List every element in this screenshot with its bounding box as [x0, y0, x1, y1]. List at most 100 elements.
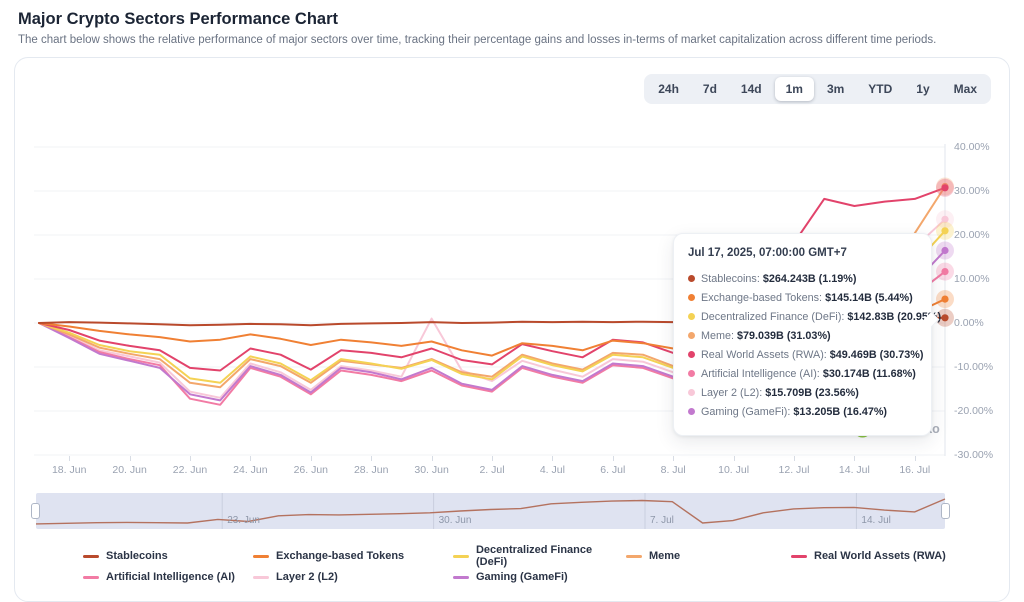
legend-item-stablecoins[interactable]: Stablecoins: [83, 544, 253, 568]
page: Major Crypto Sectors Performance Chart T…: [0, 10, 1024, 602]
tooltip-series-value: $264.243B (1.19%): [763, 273, 857, 285]
y-axis-label: 10.00%: [954, 273, 1012, 285]
tooltip-series-value: $30.174B (11.68%): [823, 368, 916, 380]
legend-label: Exchange-based Tokens: [276, 550, 404, 562]
tooltip-series-dot: [688, 351, 695, 358]
range-button-3m[interactable]: 3m: [816, 77, 855, 101]
y-axis-label: -20.00%: [954, 405, 1012, 417]
legend-item-exchange-based-tokens[interactable]: Exchange-based Tokens: [253, 544, 453, 568]
legend-label: Decentralized Finance (DeFi): [476, 544, 626, 568]
chart-card: 24h7d14d1m3mYTD1yMax 40.00% 30.00% 20.00% 1…: [14, 57, 1010, 602]
navigator-handle-left[interactable]: [31, 503, 40, 519]
x-axis-tick: [794, 456, 795, 461]
legend-item-gaming-gamefi[interactable]: Gaming (GameFi): [453, 571, 626, 583]
x-axis-tick: [190, 456, 191, 461]
navigator-date-label: 14. Jul: [861, 515, 890, 526]
y-axis-label: 30.00%: [954, 185, 1012, 197]
tooltip-series-dot: [688, 408, 695, 415]
range-button-24h[interactable]: 24h: [647, 77, 690, 101]
endpoint-dot-decentralized-finance-defi[interactable]: [941, 227, 948, 234]
tooltip-row-gaming-gamefi: Gaming (GameFi): $13.205B (16.47%): [688, 403, 917, 422]
tooltip-series-dot: [688, 332, 695, 339]
x-axis-label: 10. Jul: [718, 464, 749, 476]
tooltip-row-artificial-intelligence-ai: Artificial Intelligence (AI): $30.174B (…: [688, 365, 917, 384]
legend-color-dash: [453, 576, 469, 579]
legend-color-dash: [83, 555, 99, 558]
legend-item-artificial-intelligence-ai[interactable]: Artificial Intelligence (AI): [83, 571, 253, 583]
legend-color-dash: [83, 576, 99, 579]
legend-item-decentralized-finance-defi[interactable]: Decentralized Finance (DeFi): [453, 544, 626, 568]
tooltip-row-layer-2-l2: Layer 2 (L2): $15.709B (23.56%): [688, 384, 917, 403]
x-axis-label: 4. Jul: [540, 464, 565, 476]
range-button-1y[interactable]: 1y: [905, 77, 940, 101]
legend-label: Gaming (GameFi): [476, 571, 568, 583]
range-button-max[interactable]: Max: [943, 77, 988, 101]
x-axis-label: 12. Jul: [779, 464, 810, 476]
range-button-7d[interactable]: 7d: [692, 77, 728, 101]
tooltip-series-value: $49.469B (30.73%): [830, 349, 924, 361]
navigator-date-label: 30. Jun: [439, 515, 472, 526]
navigator-date-label: 7. Jul: [650, 515, 674, 526]
tooltip-series-dot: [688, 275, 695, 282]
endpoint-dot-gaming-gamefi[interactable]: [941, 247, 948, 254]
tooltip-series-value: $79.039B (31.03%): [737, 330, 831, 342]
endpoint-dot-stablecoins[interactable]: [941, 314, 948, 321]
tooltip-series-dot: [688, 313, 695, 320]
range-buttons: 24h7d14d1m3mYTD1yMax: [644, 74, 991, 104]
endpoint-dot-real-world-assets-rwa[interactable]: [941, 184, 948, 191]
tooltip-timestamp: Jul 17, 2025, 07:00:00 GMT+7: [688, 247, 917, 259]
x-axis-tick: [69, 456, 70, 461]
x-axis: 18. Jun20. Jun22. Jun24. Jun26. Jun28. J…: [15, 456, 1009, 482]
x-axis-tick: [854, 456, 855, 461]
x-axis-tick: [250, 456, 251, 461]
tooltip-series-value: $15.709B (23.56%): [765, 387, 859, 399]
x-axis-tick: [371, 456, 372, 461]
x-axis-label: 2. Jul: [479, 464, 504, 476]
x-axis-tick: [492, 456, 493, 461]
range-button-1m[interactable]: 1m: [775, 77, 814, 101]
page-title: Major Crypto Sectors Performance Chart: [18, 10, 1024, 29]
legend-color-dash: [791, 555, 807, 558]
x-axis-tick: [552, 456, 553, 461]
legend-item-real-world-assets-rwa[interactable]: Real World Assets (RWA): [791, 544, 1009, 568]
x-axis-label: 30. Jun: [414, 464, 448, 476]
x-axis-label: 14. Jul: [839, 464, 870, 476]
navigator-handle-right[interactable]: [941, 503, 950, 519]
x-axis-label: 26. Jun: [294, 464, 328, 476]
tooltip-row-real-world-assets-rwa: Real World Assets (RWA): $49.469B (30.73…: [688, 346, 917, 365]
legend-color-dash: [253, 555, 269, 558]
tooltip-row-decentralized-finance-defi: Decentralized Finance (DeFi): $142.83B (…: [688, 308, 917, 327]
y-axis-label: 20.00%: [954, 229, 1012, 241]
endpoint-dot-exchange-based-tokens[interactable]: [941, 296, 948, 303]
legend-item-layer-2-l2[interactable]: Layer 2 (L2): [253, 571, 453, 583]
y-axis-label: 40.00%: [954, 141, 1012, 153]
range-navigator[interactable]: 23. Jun30. Jun7. Jul14. Jul: [36, 493, 945, 529]
chart-plot-area[interactable]: 40.00% 30.00% 20.00% 10.00% 0.00% -10.00% -20.…: [15, 126, 1009, 456]
legend-label: Meme: [649, 550, 680, 562]
x-axis-tick: [130, 456, 131, 461]
endpoint-dot-artificial-intelligence-ai[interactable]: [941, 268, 948, 275]
tooltip-series-dot: [688, 370, 695, 377]
tooltip-rows: Stablecoins: $264.243B (1.19%)Exchange-b…: [688, 270, 917, 422]
legend-label: Layer 2 (L2): [276, 571, 338, 583]
x-axis-tick: [311, 456, 312, 461]
x-axis-tick: [613, 456, 614, 461]
range-button-14d[interactable]: 14d: [730, 77, 773, 101]
chart-legend: Stablecoins Exchange-based Tokens Decentra…: [15, 544, 1009, 583]
legend-item-meme[interactable]: Meme: [626, 544, 791, 568]
x-axis-label: 28. Jun: [354, 464, 388, 476]
x-axis-label: 18. Jun: [52, 464, 86, 476]
navigator-line: [36, 499, 945, 524]
range-button-ytd[interactable]: YTD: [857, 77, 903, 101]
y-axis-label: -10.00%: [954, 361, 1012, 373]
tooltip-row-meme: Meme: $79.039B (31.03%): [688, 327, 917, 346]
legend-label: Stablecoins: [106, 550, 168, 562]
tooltip-series-value: $145.14B (5.44%): [825, 292, 913, 304]
tooltip-series-dot: [688, 389, 695, 396]
y-axis-label: 0.00%: [954, 317, 1012, 329]
page-subtitle: The chart below shows the relative perfo…: [18, 34, 1024, 46]
x-axis-label: 22. Jun: [173, 464, 207, 476]
tooltip-row-exchange-based-tokens: Exchange-based Tokens: $145.14B (5.44%): [688, 289, 917, 308]
legend-label: Artificial Intelligence (AI): [106, 571, 235, 583]
tooltip-series-value: $13.205B (16.47%): [793, 406, 887, 418]
